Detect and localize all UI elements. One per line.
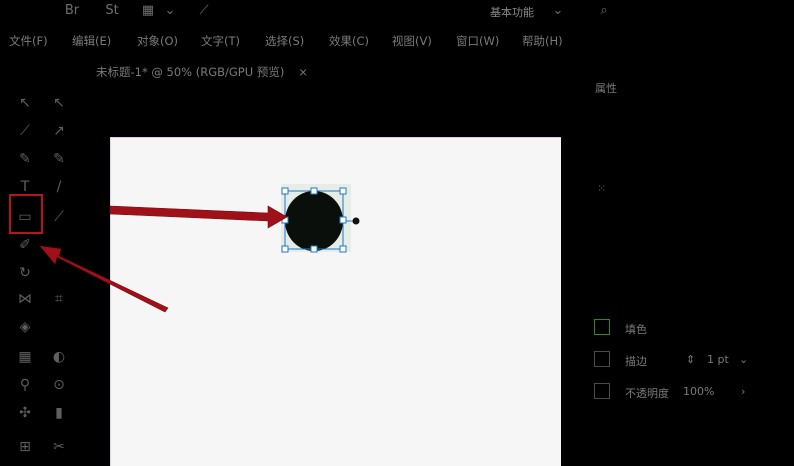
- handle: [310, 187, 318, 195]
- properties-panel: 属性 ⁙ 填色 描边 ⇕ 1 pt ⌄ 不透明度 100% ›: [583, 70, 794, 465]
- handle: [339, 187, 347, 195]
- stroke-weight-field[interactable]: 1 pt: [707, 353, 729, 366]
- reference-point-icon[interactable]: ⁙: [597, 182, 606, 195]
- panel-title: 属性: [595, 82, 617, 95]
- circle-shape: [285, 191, 343, 251]
- stroke-stepper-icon[interactable]: ⇕: [686, 353, 695, 366]
- stroke-swatch[interactable]: [594, 351, 610, 367]
- stroke-label: 描边: [625, 355, 647, 368]
- handle: [281, 187, 289, 195]
- opacity-label: 不透明度: [625, 387, 669, 400]
- chevron-down-icon[interactable]: ⌄: [739, 353, 748, 366]
- opacity-field[interactable]: 100%: [683, 385, 714, 398]
- handle: [281, 245, 289, 253]
- opacity-icon: [594, 383, 610, 399]
- fill-label: 填色: [625, 323, 647, 336]
- chevron-right-icon[interactable]: ›: [741, 385, 745, 398]
- rotation-handle: [352, 217, 360, 225]
- handle: [310, 245, 318, 253]
- annotation-arrow-to-circle: [109, 205, 288, 229]
- annotation-arrow-to-tool: [39, 245, 169, 313]
- fill-swatch[interactable]: [594, 319, 610, 335]
- handle: [339, 245, 347, 253]
- handle: [339, 216, 347, 224]
